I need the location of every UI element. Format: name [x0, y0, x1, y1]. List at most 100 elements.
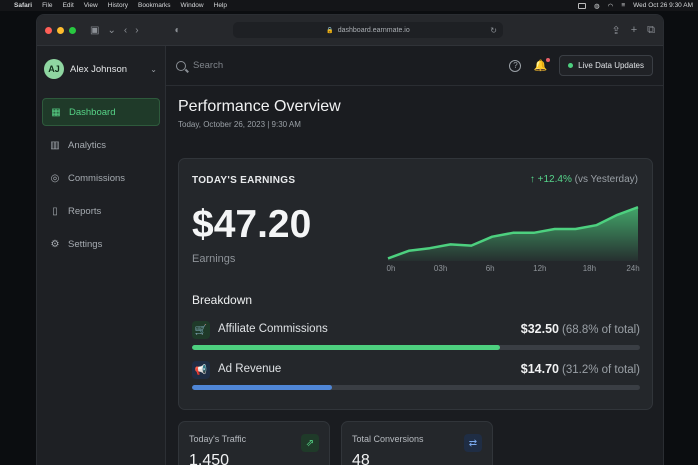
sidebar-item-label: Dashboard — [69, 106, 116, 118]
todays-traffic-card: Today's Traffic 1,450 ⇗ — [178, 421, 330, 465]
zoom-window-button[interactable] — [69, 26, 76, 34]
stat-title: Today's Traffic — [189, 434, 247, 444]
browser-window: ▣ ⌄ ‹ › ◐ 🔒 dashboard.earnmate.io ↻ ⇪ + … — [36, 14, 664, 465]
close-window-button[interactable] — [45, 26, 52, 34]
traffic-icon: ⇗ — [301, 434, 319, 452]
wifi-icon[interactable]: ◠ — [608, 2, 614, 10]
stat-value: 48 — [352, 452, 370, 465]
menu-file[interactable]: File — [42, 2, 52, 9]
macos-menubar: Safari File Edit View History Bookmarks … — [0, 0, 698, 11]
sidebar-item-analytics[interactable]: ▥ Analytics — [42, 131, 160, 159]
menu-app[interactable]: Safari — [14, 2, 32, 9]
earnings-sublabel: Earnings — [192, 253, 236, 265]
breakdown-bar-fill — [192, 345, 501, 350]
tab-overview-icon[interactable]: ⧉ — [647, 24, 655, 37]
menubar-clock[interactable]: Wed Oct 26 9:30 AM — [633, 2, 693, 9]
sidebar-item-commissions[interactable]: ◎ Commissions — [42, 164, 160, 192]
menu-help[interactable]: Help — [214, 2, 227, 9]
sidebar-toggle-icon[interactable]: ▣ — [90, 25, 99, 36]
live-data-label: Live Data Updates — [578, 61, 644, 70]
x-tick-label: 6h — [485, 264, 495, 273]
page-date: Today, October 26, 2023 | 9:30 AM — [178, 120, 301, 129]
reload-icon[interactable]: ↻ — [490, 26, 497, 35]
chevron-down-icon: ⌄ — [150, 64, 157, 74]
page-header: Performance Overview Today, October 26, … — [166, 86, 663, 129]
x-tick-label: 12h — [533, 264, 547, 273]
breakdown-amount-value: $14.70 — [520, 362, 560, 376]
breakdown-label: Affiliate Commissions — [218, 323, 328, 335]
x-tick-label: 18h — [582, 264, 597, 273]
page-title: Performance Overview — [178, 98, 341, 115]
control-center-icon[interactable]: ≡ — [621, 2, 625, 9]
minimize-window-button[interactable] — [57, 26, 64, 34]
sidebar-item-settings[interactable]: ⚙ Settings — [42, 230, 160, 258]
conversions-icon: ⇄ — [464, 434, 482, 452]
breakdown-share: (68.8% of total) — [562, 324, 640, 336]
menu-history[interactable]: History — [108, 2, 128, 9]
stat-value: 1,450 — [189, 452, 230, 465]
megaphone-icon: 📢 — [192, 361, 210, 379]
sidebar: AJ Alex Johnson ⌄ ▦ Dashboard ▥ Analytic… — [37, 46, 166, 465]
notification-dot — [546, 58, 551, 62]
avatar: AJ — [44, 59, 64, 79]
earnings-amount: $47.20 — [192, 203, 312, 246]
new-tab-icon[interactable]: + — [631, 24, 637, 37]
menu-edit[interactable]: Edit — [63, 2, 74, 9]
bar-chart-icon: ▥ — [50, 139, 60, 151]
menu-bookmarks[interactable]: Bookmarks — [138, 2, 171, 9]
live-data-updates-button[interactable]: Live Data Updates — [559, 55, 653, 76]
forward-icon[interactable]: › — [135, 25, 138, 36]
breakdown-title: Breakdown — [192, 293, 253, 307]
address-url: dashboard.earnmate.io — [337, 26, 410, 34]
x-tick-label: 0h — [386, 264, 396, 273]
earnings-change-value: +12.4% — [537, 174, 572, 185]
document-icon: ▯ — [52, 205, 58, 217]
breakdown-bar-track — [192, 345, 640, 350]
battery-icon[interactable] — [578, 2, 586, 9]
stat-title: Total Conversions — [352, 434, 424, 444]
bell-icon[interactable]: 🔔 — [533, 58, 551, 72]
privacy-shield-icon[interactable]: ◐ — [175, 25, 181, 36]
breakdown-row-ad-revenue: 📢 Ad Revenue $14.70 (31.2% of total) — [192, 361, 640, 391]
address-bar[interactable]: 🔒 dashboard.earnmate.io ↻ — [233, 22, 503, 38]
live-status-dot — [568, 63, 574, 68]
top-bar: ? 🔔 Live Data Updates — [166, 46, 663, 86]
earnings-chart-x-axis: 0h 03h 6h 12h 18h 24h — [385, 264, 641, 276]
menu-view[interactable]: View — [84, 2, 98, 9]
breakdown-label: Ad Revenue — [218, 363, 282, 375]
cart-icon: 🛒 — [192, 321, 210, 339]
breakdown-share: (31.2% of total) — [562, 364, 640, 376]
sidebar-nav: ▦ Dashboard ▥ Analytics ◎ Commissions ▯ … — [37, 98, 165, 258]
sidebar-item-label: Commissions — [68, 172, 126, 184]
share-icon[interactable]: ⇪ — [611, 24, 620, 37]
x-tick-label: 03h — [433, 264, 448, 273]
breakdown-bar-track — [192, 385, 640, 390]
earnings-change: ↑ +12.4% (vs Yesterday) — [530, 174, 638, 185]
help-icon[interactable]: ? — [509, 59, 522, 72]
earnings-change-note: (vs Yesterday) — [574, 174, 638, 185]
coins-icon: ◎ — [50, 172, 60, 184]
x-tick-label: 24h — [626, 264, 640, 273]
lock-icon: 🔒 — [326, 27, 334, 34]
breakdown-amount: $32.50 (68.8% of total) — [521, 322, 640, 336]
user-name: Alex Johnson — [70, 63, 128, 75]
sidebar-item-label: Settings — [68, 238, 103, 250]
main-content: ? 🔔 Live Data Updates Performance Overvi… — [166, 46, 663, 465]
breakdown-amount-value: $32.50 — [520, 322, 560, 336]
menu-window[interactable]: Window — [181, 2, 204, 9]
arrow-up-icon: ↑ — [529, 174, 535, 185]
sidebar-item-reports[interactable]: ▯ Reports — [42, 197, 160, 225]
todays-earnings-card: TODAY'S EARNINGS ↑ +12.4% (vs Yesterday)… — [178, 158, 653, 410]
sidebar-item-label: Reports — [68, 205, 102, 217]
browser-toolbar: ▣ ⌄ ‹ › ◐ 🔒 dashboard.earnmate.io ↻ ⇪ + … — [37, 15, 663, 46]
chevron-down-icon[interactable]: ⌄ — [107, 25, 115, 36]
back-icon[interactable]: ‹ — [124, 25, 127, 36]
globe-icon[interactable]: ◍ — [594, 2, 600, 10]
dashboard-icon: ▦ — [51, 106, 61, 118]
total-conversions-card: Total Conversions 48 ⇄ — [341, 421, 493, 465]
earnings-area — [388, 207, 638, 261]
search-input[interactable] — [193, 60, 393, 71]
sidebar-item-dashboard[interactable]: ▦ Dashboard — [42, 98, 160, 126]
gear-icon: ⚙ — [50, 238, 60, 250]
user-menu[interactable]: AJ Alex Johnson ⌄ — [37, 46, 165, 82]
